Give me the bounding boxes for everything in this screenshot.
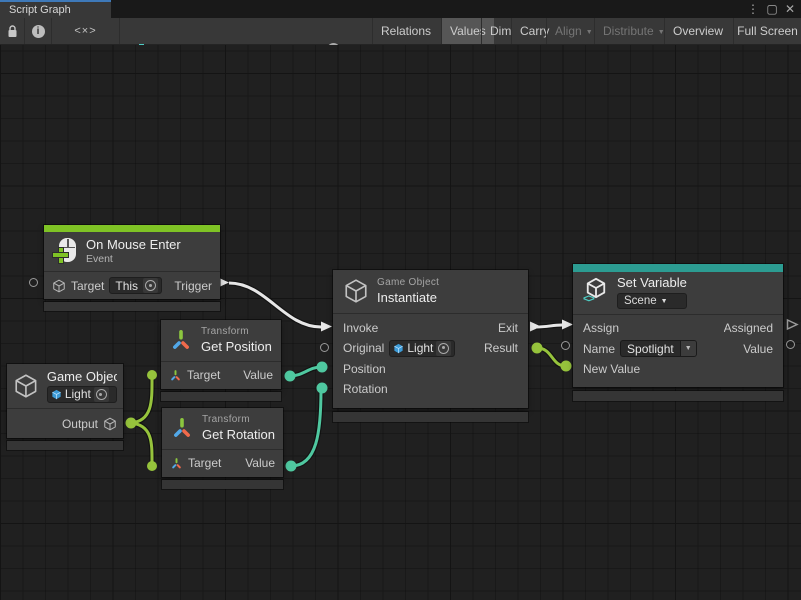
- info-button[interactable]: i: [25, 18, 52, 44]
- unity-object-icon: [51, 389, 62, 400]
- port-setvariable-assigned-out[interactable]: [786, 318, 799, 336]
- exit-port-label: Exit: [498, 321, 518, 335]
- port-instantiate-original-in[interactable]: [320, 343, 329, 352]
- node-light-object[interactable]: Game Object Light Output: [7, 364, 123, 450]
- node-category: Transform: [201, 326, 272, 339]
- unity-object-icon: [393, 343, 404, 354]
- transform-icon: [170, 416, 194, 440]
- event-accent-bar: [44, 225, 220, 232]
- name-port-label: Name: [583, 342, 615, 356]
- node-subtitle: Event: [86, 253, 181, 266]
- output-port-label: Output: [62, 417, 98, 431]
- target-picker-icon[interactable]: [94, 387, 109, 402]
- transform-icon: [170, 457, 183, 470]
- variable-name-dropdown[interactable]: Spotlight ▼: [620, 340, 697, 357]
- new-value-port-label: New Value: [583, 362, 640, 376]
- node-set-variable[interactable]: <> Set Variable Scene ▼ Assign Assigned: [573, 264, 783, 401]
- value-port-label: Value: [245, 456, 275, 470]
- port-setvariable-value-out[interactable]: [786, 340, 795, 349]
- target-value-chip[interactable]: This: [109, 277, 162, 294]
- cube-icon: [52, 279, 66, 293]
- chevron-down-icon: ▼: [586, 29, 593, 36]
- tab-script-graph[interactable]: Script Graph: [0, 0, 111, 18]
- chevron-down-icon: ▼: [661, 298, 668, 307]
- tab-title: Script Graph: [9, 4, 71, 16]
- result-port-label: Result: [484, 341, 518, 355]
- position-port-label: Position: [343, 362, 386, 376]
- trigger-port-label: Trigger: [174, 279, 212, 293]
- port-instantiate-exit-out[interactable]: [529, 320, 542, 338]
- window-menu-icon[interactable]: ⋮: [744, 0, 762, 18]
- target-port-label: Target: [187, 368, 220, 382]
- light-object-chip[interactable]: Light: [47, 386, 117, 403]
- port-mouseenter-target-in[interactable]: [29, 278, 38, 287]
- assign-port-label: Assign: [583, 321, 619, 335]
- assigned-port-label: Assigned: [724, 321, 773, 335]
- node-footer: [333, 412, 528, 422]
- node-get-rotation[interactable]: Transform Get Rotation Target Value: [162, 408, 283, 489]
- window-maximize-icon[interactable]: ▢: [763, 0, 781, 18]
- node-category: Transform: [202, 414, 275, 427]
- lock-button[interactable]: [0, 18, 25, 44]
- unity-variable-icon: <>: [583, 277, 609, 307]
- toolbar-button-relations[interactable]: Relations: [372, 18, 439, 44]
- transform-icon: [169, 369, 182, 382]
- tab-bar: Script Graph ⋮ ▢ ✕: [0, 0, 801, 18]
- invoke-port-label: Invoke: [343, 321, 378, 335]
- variable-accent-bar: [573, 264, 783, 272]
- value-port-label: Value: [743, 342, 773, 356]
- toolbar-button-fullscreen[interactable]: Full Screen: [733, 18, 801, 44]
- node-footer: [44, 302, 220, 311]
- node-footer: [7, 441, 123, 450]
- node-title: Instantiate: [377, 290, 439, 306]
- node-title: Game Object: [47, 369, 117, 385]
- target-picker-icon[interactable]: [143, 278, 158, 293]
- node-footer: [573, 391, 783, 401]
- node-category: Game Object: [377, 277, 439, 290]
- transform-icon: [169, 328, 193, 352]
- node-get-position[interactable]: Transform Get Position Target Value: [161, 320, 281, 401]
- node-title: Set Variable: [617, 275, 687, 291]
- original-value-chip[interactable]: Light: [389, 340, 455, 357]
- toolbar-button-align[interactable]: Align▼: [546, 18, 601, 44]
- target-picker-icon[interactable]: [436, 341, 451, 356]
- node-title: Get Rotation: [202, 427, 275, 443]
- port-instantiate-invoke-in[interactable]: [320, 320, 333, 338]
- node-title: Get Position: [201, 339, 272, 355]
- cube-icon: [13, 372, 39, 400]
- script-graph-window: Script Graph ⋮ ▢ ✕ i <×> Cube Zoom: [0, 0, 801, 600]
- port-setvariable-name-in[interactable]: [561, 341, 570, 350]
- target-port-label: Target: [71, 279, 104, 293]
- cube-icon: [343, 278, 369, 304]
- value-port-label: Value: [243, 368, 273, 382]
- target-port-label: Target: [188, 456, 221, 470]
- original-port-label: Original: [343, 341, 384, 355]
- graph-toolbar: i <×> Cube Zoom 0.9x Relations Values Di…: [0, 18, 801, 45]
- info-icon: i: [32, 25, 45, 38]
- mouse-event-icon: [52, 238, 78, 266]
- toolbar-button-distribute[interactable]: Distribute▼: [594, 18, 673, 44]
- cube-icon: [103, 417, 117, 431]
- node-footer: [162, 480, 283, 489]
- window-close-icon[interactable]: ✕: [781, 0, 799, 18]
- node-footer: [161, 392, 281, 401]
- node-on-mouse-enter[interactable]: On Mouse Enter Event Target This Trigger: [44, 225, 220, 311]
- node-title: On Mouse Enter: [86, 237, 181, 253]
- code-icon: <×>: [74, 25, 96, 37]
- variable-scope-dropdown[interactable]: Scene ▼: [617, 293, 687, 309]
- toolbar-button-overview[interactable]: Overview: [664, 18, 731, 44]
- chevron-down-icon: ▼: [680, 340, 696, 357]
- code-view-button[interactable]: <×>: [52, 18, 120, 44]
- rotation-port-label: Rotation: [343, 382, 388, 396]
- node-instantiate[interactable]: Game Object Instantiate Invoke Exit Orig…: [333, 270, 528, 422]
- lock-icon: [7, 25, 18, 38]
